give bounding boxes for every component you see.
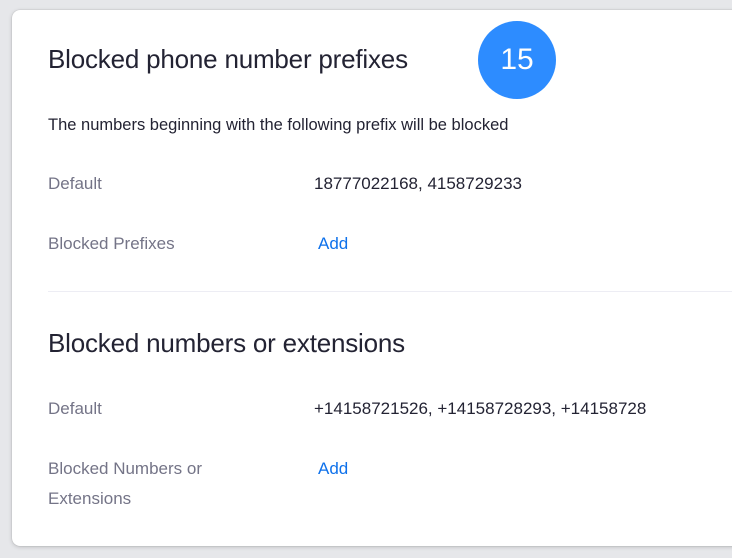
prefixes-default-label: Default bbox=[48, 174, 102, 193]
numbers-default-value: +14158721526, +14158728293, +14158728 bbox=[314, 399, 647, 418]
step-number-badge: 15 bbox=[478, 21, 556, 99]
blocked-numbers-title: Blocked numbers or extensions bbox=[48, 328, 405, 358]
prefixes-default-value: 18777022168, 4158729233 bbox=[314, 174, 522, 193]
blocked-prefixes-label: Blocked Prefixes bbox=[48, 234, 175, 253]
blocked-numbers-label: Blocked Numbers or Extensions bbox=[48, 459, 203, 508]
blocked-prefixes-description: The numbers beginning with the following… bbox=[48, 116, 509, 134]
add-blocked-number-link[interactable]: Add bbox=[318, 454, 348, 484]
blocked-list-settings-card: Blocked phone number prefixes 15 The num… bbox=[12, 10, 732, 546]
blocked-prefixes-title: Blocked phone number prefixes bbox=[48, 44, 408, 74]
add-blocked-prefix-link[interactable]: Add bbox=[318, 229, 348, 259]
section-divider bbox=[48, 291, 732, 292]
numbers-default-label: Default bbox=[48, 399, 102, 418]
